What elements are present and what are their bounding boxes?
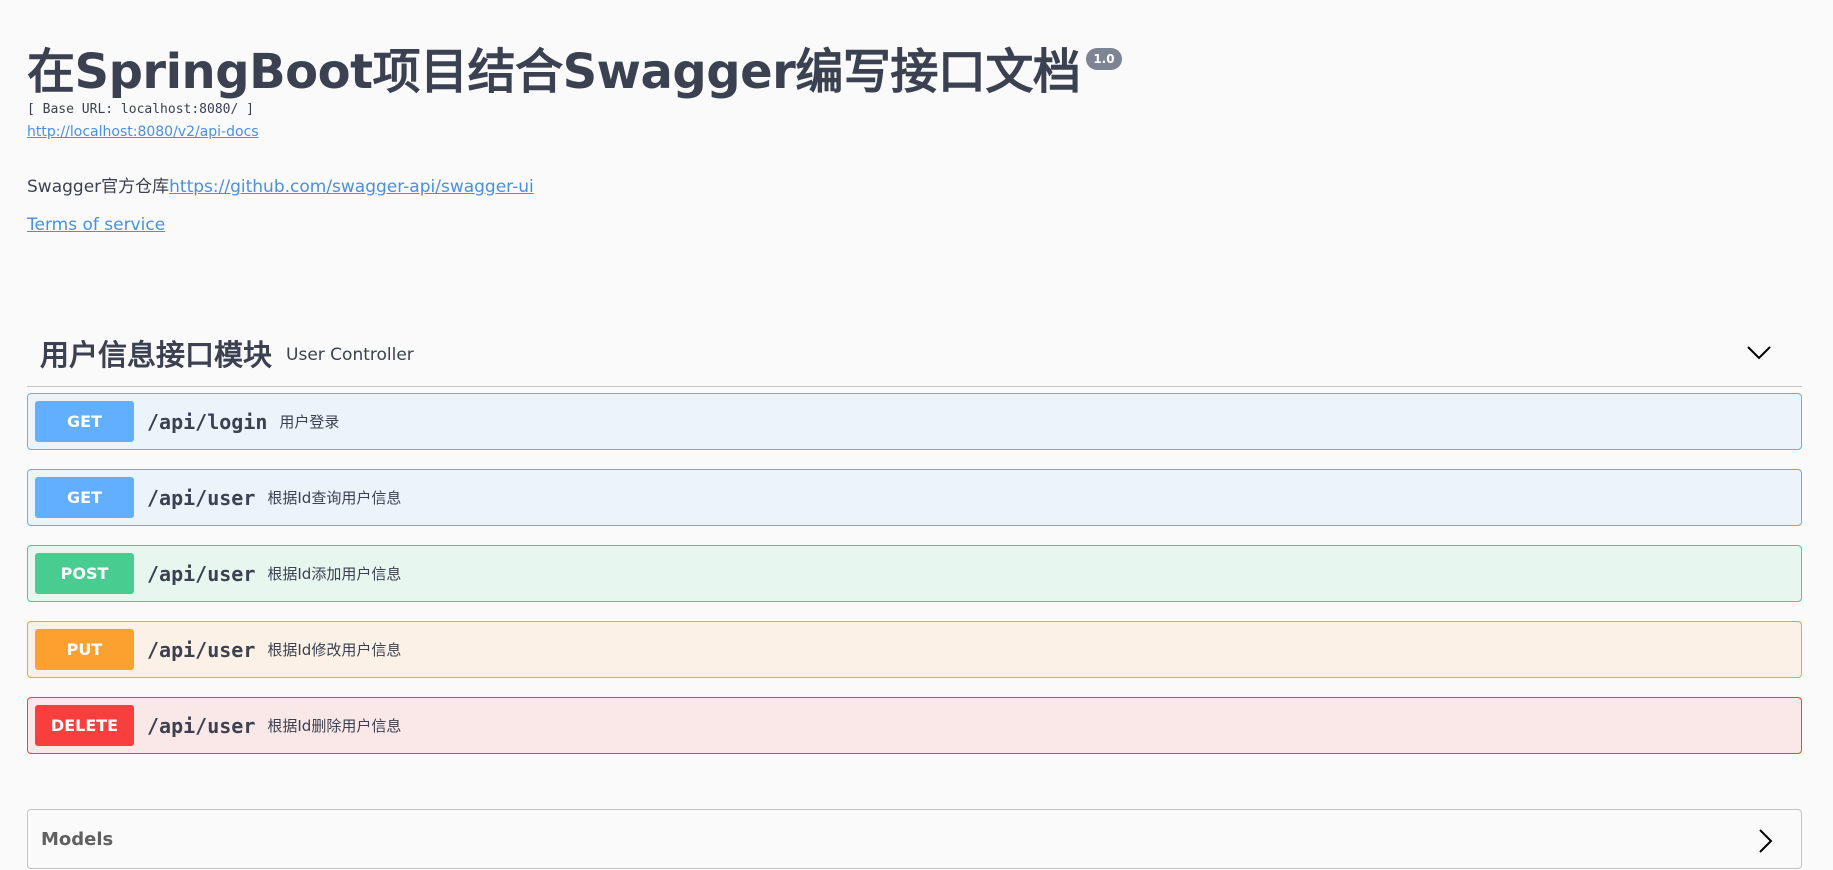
operation-path: /api/user <box>147 713 256 738</box>
operation-summary: 根据Id查询用户信息 <box>267 489 402 507</box>
operation-summary: 根据Id添加用户信息 <box>267 565 402 583</box>
chevron-down-icon[interactable] <box>1746 342 1772 362</box>
tag-name: 用户信息接口模块 <box>40 338 273 372</box>
method-badge: POST <box>35 553 134 594</box>
operations-list: GET /api/login 用户登录 GET /api/user 根据Id查询… <box>27 393 1802 773</box>
models-title: Models <box>41 828 114 850</box>
terms-of-service-link[interactable]: Terms of service <box>27 215 165 235</box>
operation-path: /api/user <box>147 637 256 662</box>
github-repo-link[interactable]: https://github.com/swagger-api/swagger-u… <box>169 177 534 197</box>
operation-summary: 根据Id修改用户信息 <box>267 641 402 659</box>
operation-summary: 根据Id删除用户信息 <box>267 717 402 735</box>
operation-get-api-login[interactable]: GET /api/login 用户登录 <box>27 393 1802 450</box>
page-title: 在SpringBoot项目结合Swagger编写接口文档 <box>27 44 1081 100</box>
swagger-page: 在SpringBoot项目结合Swagger编写接口文档 1.0 [ Base … <box>0 0 1833 870</box>
api-docs-link[interactable]: http://localhost:8080/v2/api-docs <box>27 124 259 140</box>
version-badge: 1.0 <box>1086 48 1122 70</box>
operation-path: /api/user <box>147 485 256 510</box>
models-section[interactable]: Models <box>27 809 1802 869</box>
base-url: [ Base URL: localhost:8080/ ] <box>27 102 254 117</box>
description-text: Swagger官方仓库 <box>27 177 170 197</box>
operation-post-api-user[interactable]: POST /api/user 根据Id添加用户信息 <box>27 545 1802 602</box>
operation-delete-api-user[interactable]: DELETE /api/user 根据Id删除用户信息 <box>27 697 1802 754</box>
operation-get-api-user[interactable]: GET /api/user 根据Id查询用户信息 <box>27 469 1802 526</box>
method-badge: GET <box>35 401 134 442</box>
operation-path: /api/login <box>147 409 268 434</box>
method-badge: DELETE <box>35 705 134 746</box>
method-badge: PUT <box>35 629 134 670</box>
operation-summary: 用户登录 <box>279 413 340 431</box>
tag-section-user-controller[interactable]: 用户信息接口模块 User Controller <box>27 320 1802 387</box>
operation-path: /api/user <box>147 561 256 586</box>
info-description: Swagger官方仓库https://github.com/swagger-ap… <box>27 172 534 197</box>
info-title-row: 在SpringBoot项目结合Swagger编写接口文档 1.0 <box>27 42 1122 102</box>
tag-description: User Controller <box>286 345 414 365</box>
chevron-right-icon[interactable] <box>1757 828 1773 854</box>
operation-put-api-user[interactable]: PUT /api/user 根据Id修改用户信息 <box>27 621 1802 678</box>
method-badge: GET <box>35 477 134 518</box>
